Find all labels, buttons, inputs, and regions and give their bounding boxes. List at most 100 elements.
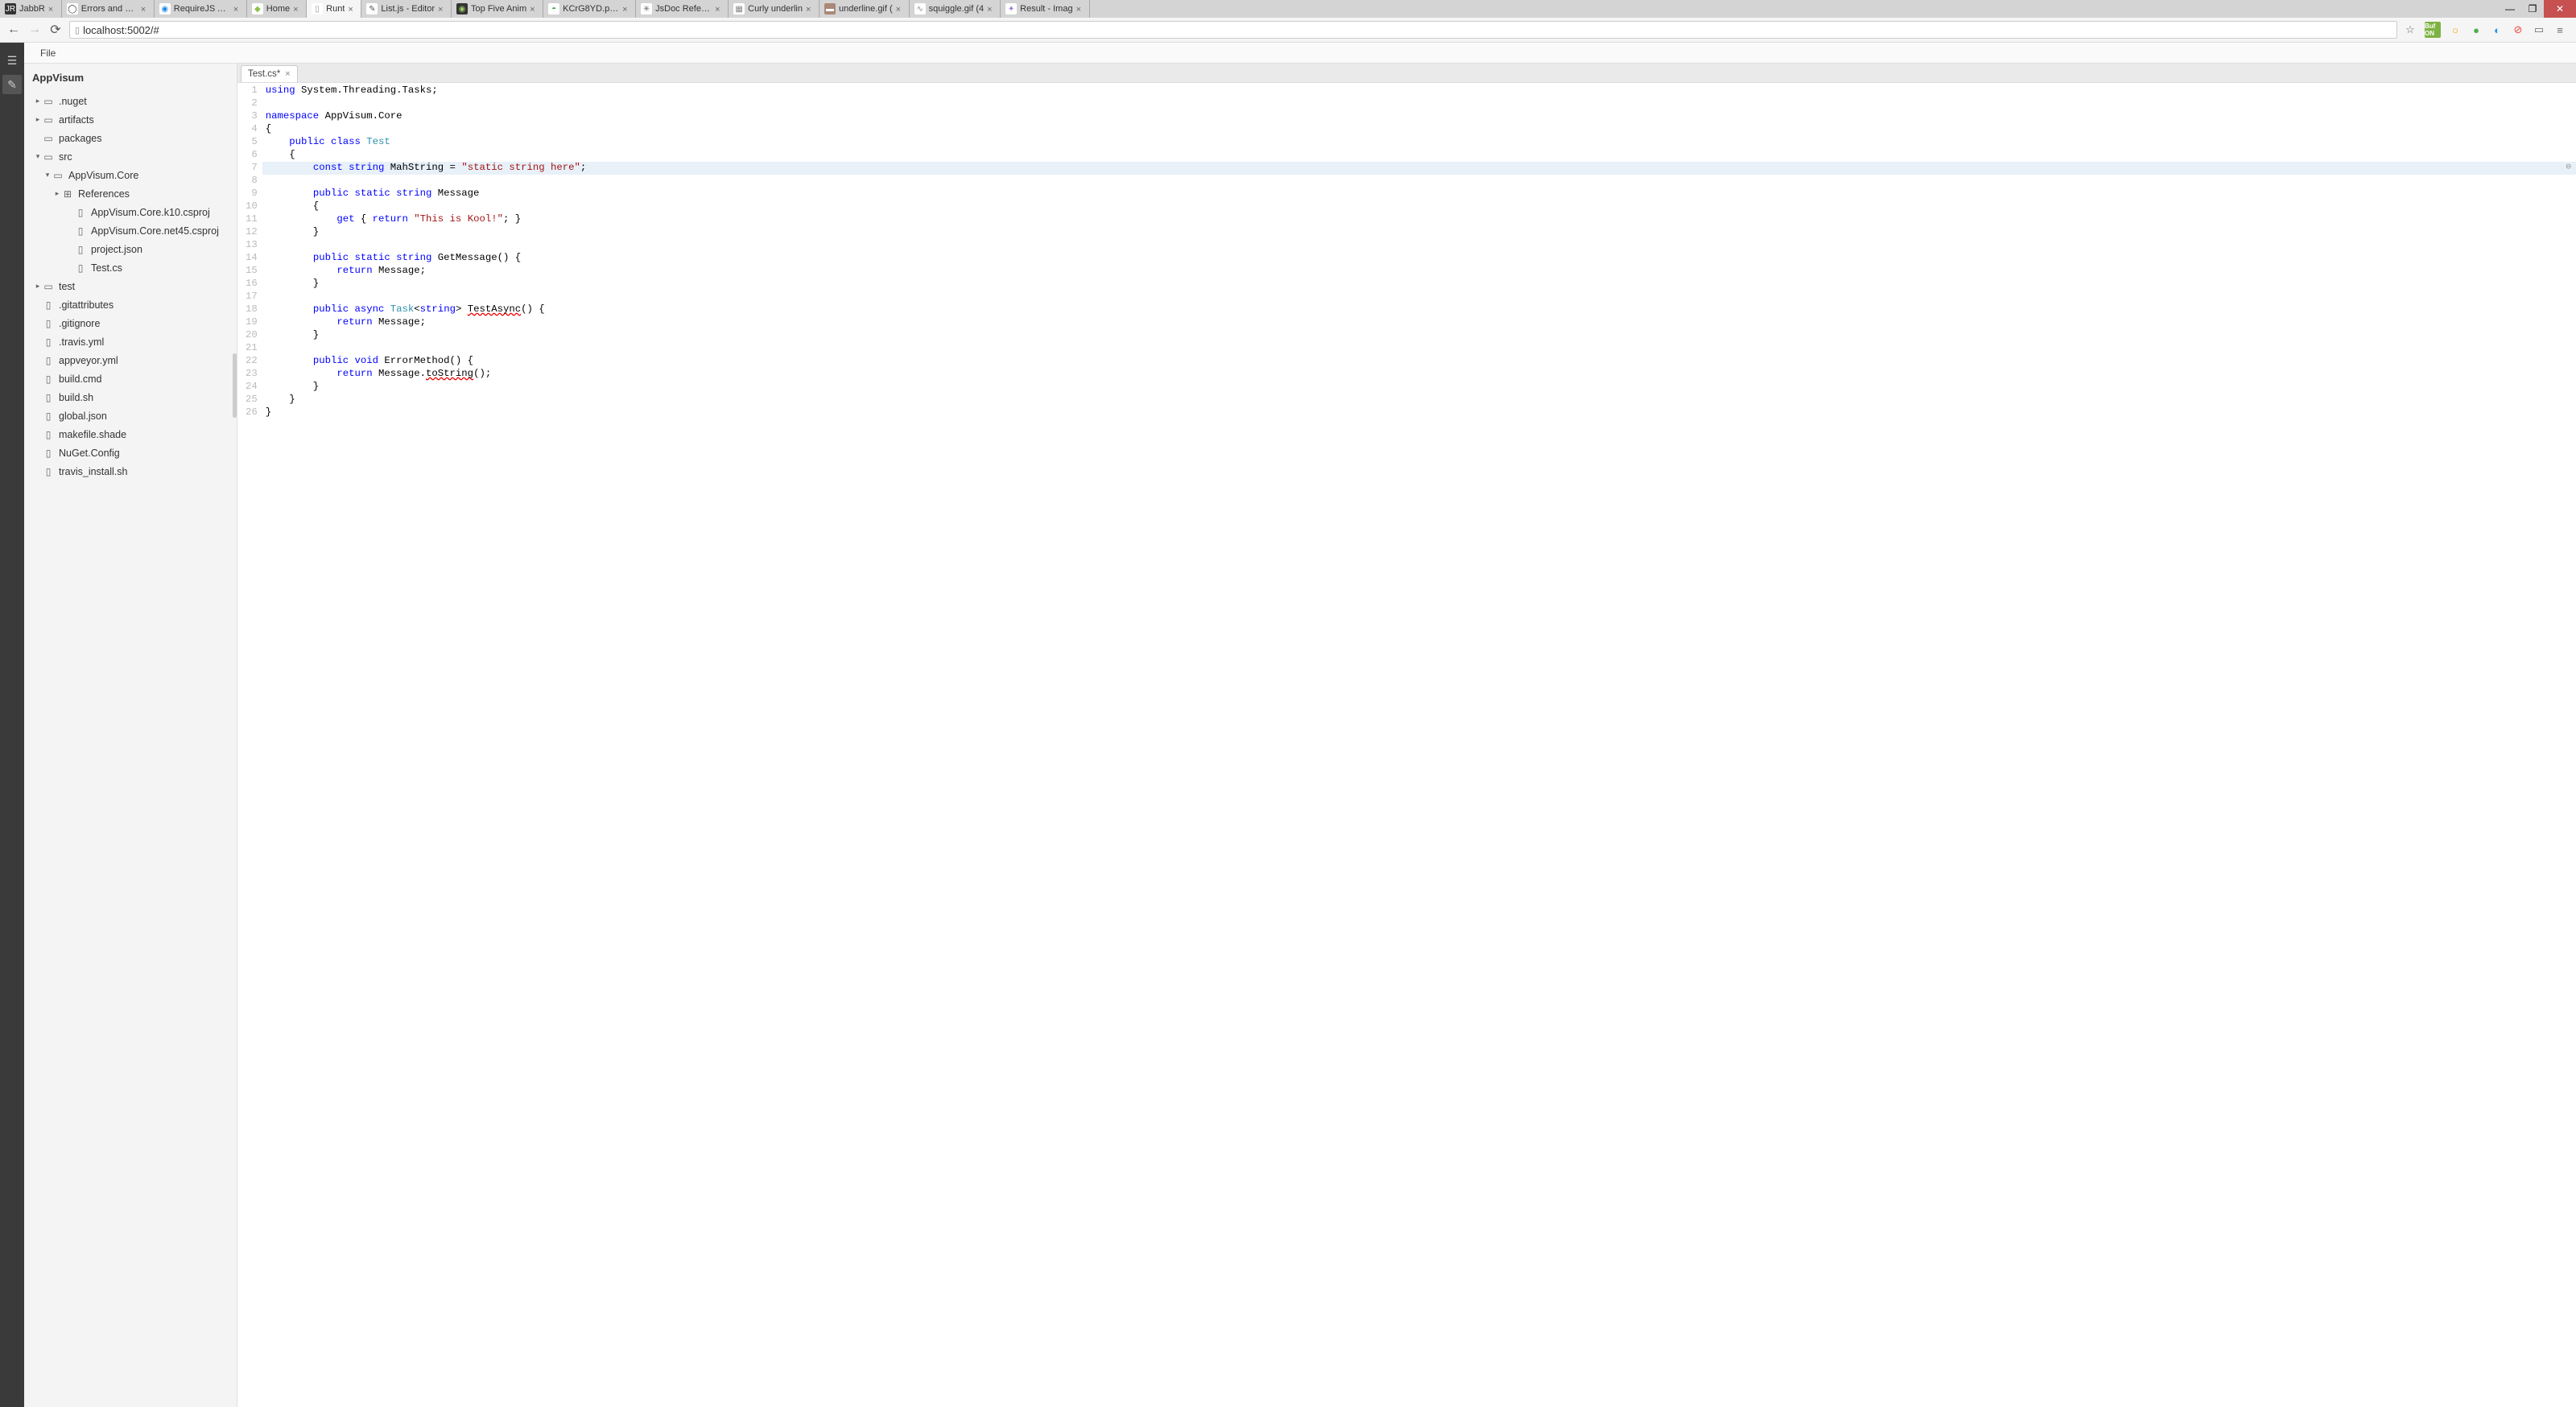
file-node[interactable]: ▯makefile.shade	[24, 425, 237, 444]
file-node[interactable]: ▯AppVisum.Core.k10.csproj	[24, 203, 237, 221]
code-line[interactable]: }	[262, 394, 2576, 406]
extension-icon[interactable]: ◐	[2491, 23, 2504, 36]
browser-tab[interactable]: ▯ Runt ×	[307, 0, 361, 18]
reload-button[interactable]: ⟳	[48, 23, 63, 37]
folder-node[interactable]: ▭packages	[24, 129, 237, 147]
extension-icon[interactable]: ▭	[2533, 23, 2545, 36]
code-line[interactable]: public static string Message	[262, 188, 2576, 200]
close-icon[interactable]: ×	[896, 5, 904, 13]
extension-badge[interactable]: Buf ON	[2425, 22, 2441, 38]
browser-tab[interactable]: JR JabbR ×	[0, 0, 62, 18]
close-window-button[interactable]: ✕	[2544, 0, 2576, 18]
close-icon[interactable]: ×	[987, 5, 995, 13]
code-line[interactable]: {	[262, 149, 2576, 162]
file-node[interactable]: ▯appveyor.yml	[24, 351, 237, 369]
code-line[interactable]	[262, 239, 2576, 252]
browser-tab[interactable]: ▦ Curly underlin ×	[729, 0, 819, 18]
folder-node[interactable]: ▸▭.nuget	[24, 92, 237, 110]
code-content[interactable]: using System.Threading.Tasks; namespace …	[262, 83, 2576, 1407]
code-line[interactable]: namespace AppVisum.Core	[262, 110, 2576, 123]
file-menu[interactable]: File	[34, 44, 62, 62]
code-editor[interactable]: 1234567891011121314151617181920212223242…	[237, 83, 2576, 1407]
folder-node[interactable]: ▾▭AppVisum.Core	[24, 166, 237, 184]
file-node[interactable]: ▯.gitattributes	[24, 295, 237, 314]
browser-tab[interactable]: ▬ underline.gif ( ×	[819, 0, 910, 18]
code-line[interactable]: }	[262, 406, 2576, 419]
browser-tab[interactable]: ◓ KCrG8YD.png ×	[543, 0, 636, 18]
code-line[interactable]: }	[262, 278, 2576, 291]
close-icon[interactable]: ×	[48, 5, 56, 13]
browser-tab[interactable]: ◯ Errors and Wa ×	[62, 0, 155, 18]
pencil-icon[interactable]: ✎	[2, 75, 22, 94]
code-line[interactable]: public class Test	[262, 136, 2576, 149]
file-node[interactable]: ▯travis_install.sh	[24, 462, 237, 481]
hamburger-icon[interactable]: ☰	[2, 51, 22, 70]
file-node[interactable]: ▯Test.cs	[24, 258, 237, 277]
code-line[interactable]: return Message;	[262, 265, 2576, 278]
close-icon[interactable]: ×	[530, 5, 538, 13]
code-line[interactable]: public void ErrorMethod() {	[262, 355, 2576, 368]
code-line[interactable]: }	[262, 329, 2576, 342]
close-icon[interactable]: ×	[293, 5, 301, 13]
code-line[interactable]: }	[262, 226, 2576, 239]
close-icon[interactable]: ×	[806, 5, 814, 13]
code-line[interactable]: return Message;	[262, 316, 2576, 329]
code-line[interactable]: using System.Threading.Tasks;	[262, 85, 2576, 97]
browser-tab[interactable]: ✎ List.js - Editor ×	[361, 0, 452, 18]
code-line[interactable]: public static string GetMessage() {	[262, 252, 2576, 265]
extension-icon[interactable]: ≡	[2553, 23, 2566, 36]
chevron-icon: ▾	[34, 152, 42, 161]
references-node[interactable]: ▸⊞References	[24, 184, 237, 203]
close-icon[interactable]: ×	[622, 5, 630, 13]
extension-icon[interactable]: ○	[2449, 23, 2462, 36]
browser-tab[interactable]: ◉ RequireJS API ×	[155, 0, 247, 18]
close-icon[interactable]: ×	[1076, 5, 1084, 13]
close-icon[interactable]: ×	[233, 5, 242, 13]
back-button[interactable]: ←	[6, 23, 21, 37]
folder-node[interactable]: ▸▭artifacts	[24, 110, 237, 129]
bookmark-star-icon[interactable]: ☆	[2404, 23, 2417, 36]
file-node[interactable]: ▯.gitignore	[24, 314, 237, 332]
browser-tab[interactable]: ◆ Home ×	[247, 0, 307, 18]
maximize-button[interactable]: ❐	[2521, 0, 2544, 18]
file-node[interactable]: ▯build.cmd	[24, 369, 237, 388]
close-icon[interactable]: ×	[438, 5, 446, 13]
sidebar-resize-handle[interactable]	[233, 353, 237, 418]
file-node[interactable]: ▯AppVisum.Core.net45.csproj	[24, 221, 237, 240]
code-line[interactable]	[262, 291, 2576, 303]
forward-button[interactable]: →	[27, 23, 42, 37]
close-icon[interactable]: ×	[348, 5, 356, 13]
file-node[interactable]: ▯NuGet.Config	[24, 444, 237, 462]
extension-icon[interactable]: ●	[2470, 23, 2483, 36]
folder-icon: ▭	[52, 170, 64, 181]
file-explorer[interactable]: AppVisum ▸▭.nuget▸▭artifacts▭packages▾▭s…	[24, 64, 237, 1407]
minimize-button[interactable]: —	[2499, 0, 2521, 18]
file-node[interactable]: ▯global.json	[24, 406, 237, 425]
code-line[interactable]: public async Task<string> TestAsync() {	[262, 303, 2576, 316]
close-icon[interactable]: ×	[285, 69, 290, 79]
code-line[interactable]: }	[262, 381, 2576, 394]
code-line[interactable]: const string MahString = "static string …	[262, 162, 2576, 175]
file-node[interactable]: ▯.travis.yml	[24, 332, 237, 351]
code-line[interactable]	[262, 342, 2576, 355]
browser-tab[interactable]: ∿ squiggle.gif (4 ×	[910, 0, 1001, 18]
url-input[interactable]: ▯ localhost:5002/#	[69, 21, 2397, 39]
file-node[interactable]: ▯build.sh	[24, 388, 237, 406]
browser-tab[interactable]: ✦ Result - Imag ×	[1001, 0, 1089, 18]
folder-node[interactable]: ▾▭src	[24, 147, 237, 166]
code-line[interactable]	[262, 175, 2576, 188]
browser-tab[interactable]: ◉ Top Five Anim ×	[452, 0, 543, 18]
editor-tab[interactable]: Test.cs* ×	[241, 65, 298, 82]
browser-tab[interactable]: ✳ JsDoc Referen ×	[636, 0, 729, 18]
close-icon[interactable]: ×	[141, 5, 149, 13]
code-line[interactable]: get { return "This is Kool!"; }	[262, 213, 2576, 226]
extension-icon[interactable]: ⊘	[2512, 23, 2524, 36]
code-line[interactable]	[262, 97, 2576, 110]
code-line[interactable]: return Message.toString();	[262, 368, 2576, 381]
favicon-icon: ◉	[456, 3, 468, 14]
close-icon[interactable]: ×	[715, 5, 723, 13]
code-line[interactable]: {	[262, 123, 2576, 136]
file-node[interactable]: ▯project.json	[24, 240, 237, 258]
folder-node[interactable]: ▸▭test	[24, 277, 237, 295]
code-line[interactable]: {	[262, 200, 2576, 213]
